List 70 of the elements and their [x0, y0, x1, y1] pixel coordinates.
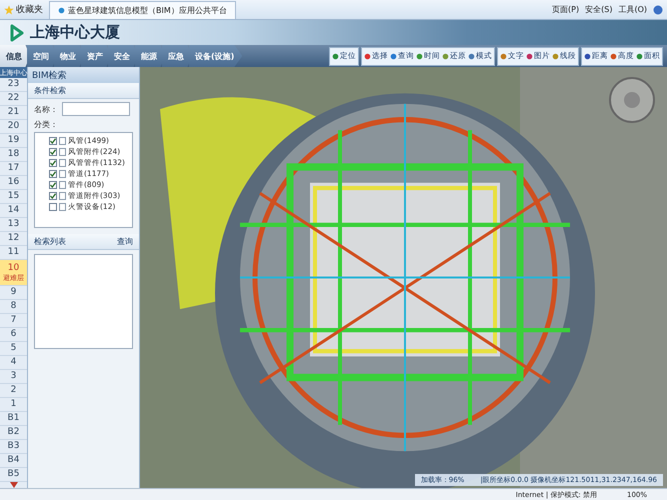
- floor-item[interactable]: B3: [0, 440, 27, 454]
- logo-text: 上海中心大厦: [30, 23, 120, 42]
- tool-icon: [636, 52, 643, 60]
- checkbox[interactable]: [49, 192, 57, 200]
- favorites-label: 收藏夹: [16, 4, 43, 16]
- floor-item[interactable]: 15: [0, 190, 27, 204]
- floor-item[interactable]: 9: [0, 286, 27, 300]
- floor-item[interactable]: 18: [0, 148, 27, 162]
- nav-tab[interactable]: 应急: [162, 45, 192, 67]
- floor-item[interactable]: 19: [0, 134, 27, 148]
- navigation-compass-icon[interactable]: [607, 75, 657, 125]
- down-arrow-icon[interactable]: [10, 482, 18, 488]
- floor-item[interactable]: 20: [0, 120, 27, 134]
- floor-item[interactable]: 23: [0, 78, 27, 92]
- tool-icon: [332, 52, 339, 60]
- panel-title: BIM检索: [28, 67, 139, 83]
- browser-tab[interactable]: 蓝色星球建筑信息模型（BIM）应用公共平台: [49, 0, 236, 18]
- nav-tab[interactable]: 安全: [108, 45, 138, 67]
- floor-item[interactable]: 21: [0, 106, 27, 120]
- tool-icon: [584, 52, 591, 60]
- nav-tab[interactable]: 能源: [135, 45, 165, 67]
- tool-icon: [468, 52, 475, 60]
- floor-item[interactable]: 4: [0, 356, 27, 370]
- tool-icon: [610, 52, 617, 60]
- floor-item[interactable]: B1: [0, 412, 27, 426]
- tool-icon: [364, 52, 371, 60]
- star-icon: [4, 4, 14, 14]
- floor-item[interactable]: 13: [0, 218, 27, 232]
- floor-item[interactable]: 14: [0, 204, 27, 218]
- floor-item[interactable]: 2: [0, 384, 27, 398]
- nav-tab[interactable]: 资产: [81, 45, 111, 67]
- query-link[interactable]: 查询: [117, 236, 133, 247]
- floor-item[interactable]: 8: [0, 300, 27, 314]
- browser-menu[interactable]: 工具(O): [618, 4, 647, 15]
- floor-item[interactable]: 22: [0, 92, 27, 106]
- floor-item[interactable]: 1: [0, 398, 27, 412]
- tool-icon: [442, 52, 449, 60]
- nav-tab[interactable]: 空间: [27, 45, 57, 67]
- floor-item[interactable]: B4: [0, 454, 27, 468]
- checkbox[interactable]: [49, 148, 57, 156]
- floor-item[interactable]: 5: [0, 342, 27, 356]
- browser-menu[interactable]: 安全(S): [585, 4, 612, 15]
- nav-tab[interactable]: 设备(设施): [189, 45, 242, 67]
- floor-item[interactable]: B2: [0, 426, 27, 440]
- checkbox[interactable]: [49, 137, 57, 145]
- floor-item[interactable]: 17: [0, 162, 27, 176]
- floor-item[interactable]: 6: [0, 328, 27, 342]
- checkbox[interactable]: [49, 181, 57, 189]
- favorites-button[interactable]: 收藏夹: [4, 3, 43, 16]
- browser-menu[interactable]: 页面(P): [552, 4, 580, 15]
- floor-item[interactable]: 7: [0, 314, 27, 328]
- nav-tab[interactable]: 物业: [54, 45, 84, 67]
- name-field[interactable]: [62, 102, 130, 116]
- tool-icon: [390, 52, 397, 60]
- floor-item[interactable]: 16: [0, 176, 27, 190]
- section-title: 条件检索: [34, 85, 66, 96]
- floor-item[interactable]: 12: [0, 232, 27, 246]
- checkbox[interactable]: [49, 170, 57, 178]
- section-title: 检索列表: [34, 236, 66, 247]
- tool-icon: [552, 52, 559, 60]
- floor-item[interactable]: 3: [0, 370, 27, 384]
- nav-tab[interactable]: 信息: [0, 45, 30, 67]
- category-label: 分类：: [34, 119, 58, 130]
- checkbox[interactable]: [49, 159, 57, 167]
- checkbox[interactable]: [49, 203, 57, 211]
- name-label: 名称：: [34, 104, 58, 114]
- logo-icon: [8, 24, 26, 42]
- tool-icon: [416, 52, 423, 60]
- tool-icon: [500, 52, 507, 60]
- tool-icon: [526, 52, 533, 60]
